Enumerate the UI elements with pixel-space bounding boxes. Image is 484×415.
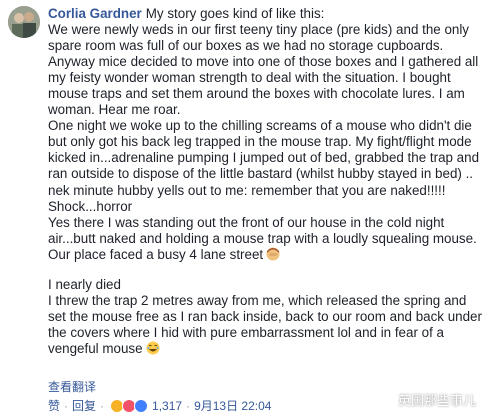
separator: · xyxy=(186,398,191,413)
comment-line: my feisty wonder woman strength to deal … xyxy=(48,70,451,86)
like-button[interactable]: 赞 xyxy=(48,397,60,414)
comment-line: set the mouse free as I ran back inside,… xyxy=(48,308,482,324)
watermark-text: 英国那些事儿 xyxy=(397,393,476,408)
reactions-summary[interactable]: 1,317 xyxy=(110,398,182,413)
comment-line: Our place faced a busy 4 lane street xyxy=(48,247,476,263)
comment: Corlia Gardner My story goes kind of like… xyxy=(0,0,484,415)
comment-body: Corlia Gardner My story goes kind of like… xyxy=(48,6,482,357)
reaction-count[interactable]: 1,317 xyxy=(152,399,182,413)
comment-line: Yes there I was standing out the front o… xyxy=(48,214,445,230)
wechat-icon xyxy=(377,393,394,406)
comment-line: I threw the trap 2 metres away from me, … xyxy=(48,292,467,308)
separator: · xyxy=(100,398,105,413)
watermark: 英国那些事儿 xyxy=(377,390,476,409)
reply-button[interactable]: 回复 xyxy=(72,397,96,414)
comment-actions: 赞 · 回复 · 1,317 · 9月13日 22:04 xyxy=(48,397,271,414)
comment-line: We were newly weds in our first teeny ti… xyxy=(48,22,470,38)
laughing-emoji-icon xyxy=(146,341,160,355)
comment-line: I nearly died xyxy=(48,276,121,292)
comment-line: but only got his back leg trapped in the… xyxy=(48,134,472,150)
timestamp-link[interactable]: 9月13日 22:04 xyxy=(194,397,271,414)
avatar[interactable] xyxy=(8,6,40,38)
comment-line: kicked in...adrenaline pumping I jumped … xyxy=(48,150,480,166)
avatar-photo-icon xyxy=(8,6,40,38)
see-translation-link[interactable]: 查看翻译 xyxy=(48,378,96,395)
comment-line: Corlia Gardner My story goes kind of like… xyxy=(48,6,325,21)
woman-facepalm-emoji-icon xyxy=(266,247,280,261)
comment-line: air...butt naked and holding a mouse tra… xyxy=(48,230,477,246)
comment-line: woman. Hear me roar. xyxy=(48,102,181,118)
comment-line: nek minute hubby yells out to me: rememb… xyxy=(48,182,446,198)
comment-line: spare room was full of our boxes as we h… xyxy=(48,38,444,54)
comment-line: mouse traps and set them around the boxe… xyxy=(48,86,465,102)
comment-line: the covers where I hid with pure embarra… xyxy=(48,324,444,340)
separator: · xyxy=(64,398,69,413)
like-reaction-icon xyxy=(134,398,149,413)
comment-line: Anyway mice decided to move into one of … xyxy=(48,54,479,70)
author-name-link[interactable]: Corlia Gardner xyxy=(48,6,142,21)
comment-line: vengeful mouse xyxy=(48,341,476,357)
comment-line: One night we woke up to the chilling scr… xyxy=(48,118,472,134)
comment-line: Shock...horror xyxy=(48,198,133,214)
comment-line: ran outside to dispose of the little bas… xyxy=(48,166,474,182)
